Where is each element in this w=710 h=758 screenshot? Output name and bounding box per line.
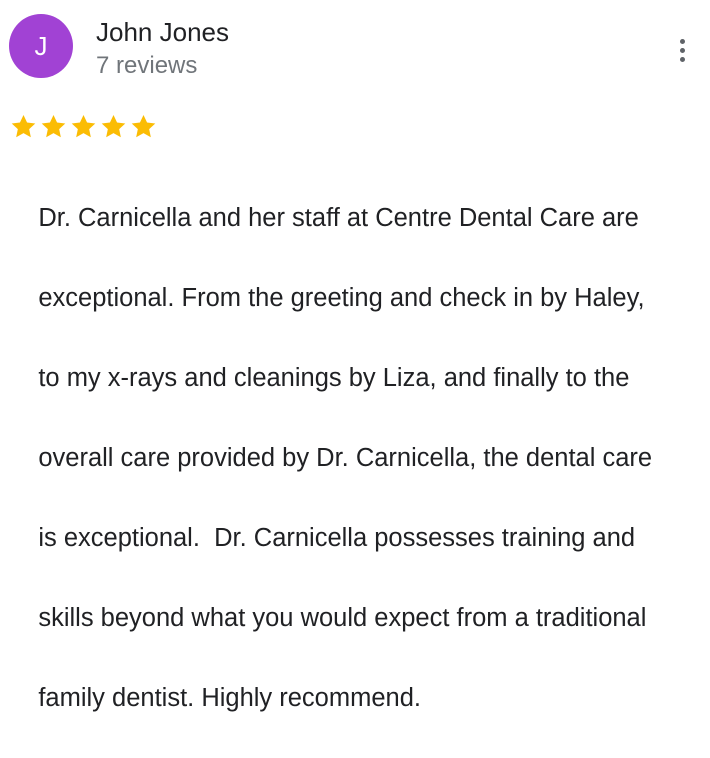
more-options-button[interactable] <box>664 30 700 70</box>
star-icon <box>101 115 126 138</box>
review-text-line: exceptional. From the greeting and check… <box>38 284 645 312</box>
review-card: J John Jones 7 reviews Dr. Carnicella an… <box>0 0 710 712</box>
star-icon <box>41 115 66 138</box>
star-icon <box>131 115 156 138</box>
more-vert-icon-dot <box>679 47 685 53</box>
review-text-line: Dr. Carnicella and her staff at Centre D… <box>38 204 639 232</box>
review-text: Dr. Carnicella and her staff at Centre D… <box>10 158 705 758</box>
review-text-line: overall care provided by Dr. Carnicella,… <box>38 444 653 472</box>
avatar[interactable]: J <box>9 14 73 78</box>
review-text-line: family dentist. Highly recommend. <box>38 684 421 712</box>
star-icon <box>11 115 36 138</box>
review-text-line: is exceptional. Dr. Carnicella possesses… <box>38 524 636 552</box>
review-text-line: to my x-rays and cleanings by Liza, and … <box>38 364 630 392</box>
more-vert-icon-dot <box>679 38 685 44</box>
more-vert-icon-dot <box>679 56 685 62</box>
star-icon <box>71 115 96 138</box>
review-text-line: skills beyond what you would expect from… <box>38 604 647 632</box>
star-rating <box>9 112 158 141</box>
author-name[interactable]: John Jones <box>96 14 229 50</box>
review-count: 7 reviews <box>96 52 198 79</box>
